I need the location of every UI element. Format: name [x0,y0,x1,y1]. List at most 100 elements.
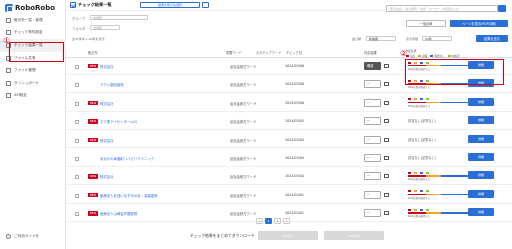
col-negative-word[interactable]: ネガティブワード [256,50,281,55]
row-checkbox[interactable] [75,101,79,106]
detail-button[interactable]: 詳細 [468,116,494,125]
client-name-link[interactable]: 株式会社 [100,64,114,69]
new-badge: NEW [88,192,98,198]
row-checkbox[interactable] [75,65,79,69]
row-checkbox[interactable] [75,212,79,217]
memo-icon[interactable] [384,174,389,179]
pdf-print-button[interactable]: ページを表示(PDF印刷) [450,20,508,27]
row-checkbox[interactable] [75,120,79,125]
judgment-select[interactable]: 確認 [364,62,381,70]
table-row[interactable]: NEW 株式会社 反社会勢力ワード 2024/03/04 一 Web記事を確認する 詳細 [66,169,512,186]
page-prev[interactable]: < [256,218,263,224]
page-2[interactable]: 2 [274,218,281,224]
web-article-link[interactable]: Web記事を確認する [408,214,468,218]
judgment-select[interactable]: 一 [364,209,381,218]
table-row[interactable]: NEW 株式会社 反社会勢力ワード 2024/03/06 一 Web記事を確認する 詳細 [66,96,512,112]
page-next[interactable]: > [283,218,290,224]
legend-label: 疑義 [422,55,428,58]
logo[interactable]: RoboRobo [5,3,55,13]
row-checkbox[interactable] [75,138,79,143]
col-check-date[interactable]: チェック日 [286,50,302,55]
legend-title: 判定結果 [406,50,417,53]
memo-icon[interactable] [384,100,389,105]
judgment-select[interactable]: 一 [364,135,381,144]
negative-word-type: 反社会勢力ワード [230,65,257,69]
row-checkbox[interactable] [75,175,79,180]
memo-icon[interactable] [384,156,389,160]
client-name-link[interactable]: ラクシ歯科医院 [100,82,124,87]
judgment-select[interactable]: 一 [364,80,381,89]
col-client[interactable]: 取引先 [88,50,98,55]
client-name-link[interactable]: 株式会社 [100,101,114,106]
col-important-word[interactable]: 重要ワード [226,50,242,55]
detail-button[interactable]: 詳細 [468,97,494,106]
judgment-legend: 判定結果 該当 疑義 問題なし 未確認 [406,49,460,58]
new-badge: NEW [88,211,98,216]
row-checkbox[interactable] [75,83,79,88]
sort-label: 並び順 [352,37,362,41]
bulk-apply-button[interactable]: 一括反映 [406,20,446,27]
judgment-select[interactable]: 一 [364,154,381,162]
memo-icon[interactable] [384,211,389,216]
sidebar-footer[interactable]: ご利用ガイドを [6,234,39,239]
sidebar-item-file-manage[interactable]: ファイル管理 [0,64,66,77]
web-article-link[interactable]: Web記事を確認する [408,177,468,181]
web-article-link[interactable]: Web記事を確認する [408,196,468,200]
judgment-select[interactable]: 一 [364,172,381,181]
detail-button[interactable]: 詳細 [468,134,494,143]
table-row[interactable]: NEW 株式会社 反社会勢力ワード 2024/03/04 一 該当なし(記事なし) 詳細 [66,133,512,149]
page-1[interactable]: 1 [265,218,272,224]
result-summary: Web記事を確認する [408,208,468,218]
row-checkbox[interactable] [75,193,79,198]
client-name-link[interactable]: あなかの幸福町リハビリクリニック [100,156,154,161]
table-row[interactable]: あなかの幸福町リハビリクリニック 反社会勢力ワード 2024/03/04 一 該当なし(… [66,151,512,167]
detail-button[interactable]: 詳細 [468,208,494,217]
select-clients-button[interactable]: 結果を取引先選択 [140,2,200,8]
memo-icon[interactable] [384,192,389,197]
pdf-output-button[interactable]: PDF出力 [324,231,384,240]
csv-output-button[interactable]: CSV出力 [258,231,318,240]
sidebar-footer-label: ご利用ガイドを [14,234,40,238]
client-name-link[interactable]: 株式会社 [100,138,114,143]
client-name-link[interactable]: 医療法人山崎会芦屋医院 [100,211,137,216]
table-row[interactable]: NEW ホテ恵アイセンター(LS) 反社会勢力ワード 2024/03/05 一 該当なし(… [66,114,512,130]
refresh-button[interactable] [202,2,209,8]
annotation-number-2: ② [400,49,408,58]
search-input[interactable]: 取引先名・法人番号・住所・キーワード検索を入力 [386,5,498,12]
web-article-link[interactable]: Web記事を確認する [408,104,468,108]
users-icon [6,17,11,23]
negative-word-type: 反社会勢力ワード [230,175,257,180]
client-name-link[interactable]: 株式会社 [100,174,114,179]
sidebar-item-dashboard[interactable]: ダッシュボード [0,77,66,90]
table-row[interactable]: NEW 医療法人社団いなずみの杜・高橋歯科 反社会勢力ワード 2024/03/01 一 W… [66,188,512,204]
judgment-select[interactable]: 一 [364,190,381,199]
web-article-link[interactable]: Web記事を確認する [408,85,468,89]
memo-icon[interactable] [384,82,389,87]
detail-button[interactable]: 詳細 [468,153,494,161]
sidebar-item-clients[interactable]: 取引先一覧・新規 [0,14,66,27]
detail-button[interactable]: 詳細 [468,189,494,198]
per-page-select[interactable]: 20件 [422,36,452,41]
status-text: 該当なし(記事なし) [408,156,436,160]
folder-select[interactable]: 未選択 [90,25,120,30]
detail-button[interactable]: 詳細 [468,171,494,180]
send-results-button[interactable]: 結果を送る [476,35,508,42]
row-checkbox[interactable] [75,157,79,161]
app-window: RoboRobo 取引先一覧・新規 チェック条件設定 チェック結果一覧 ファイル… [0,0,512,249]
sort-select[interactable]: 新着順 [366,36,396,41]
memo-icon[interactable] [384,137,389,142]
sidebar-item-api[interactable]: API設定 [0,90,66,103]
result-summary: Web記事を確認する [408,171,468,181]
col-judgment[interactable]: 判定結果 [364,50,377,55]
group-label: グループ [72,17,85,21]
memo-icon[interactable] [384,64,389,68]
pagination: < 1 2 > [256,218,290,224]
client-name-link[interactable]: 医療法人社団いなずみの杜・高橋歯科 [100,193,158,198]
judgment-select[interactable]: 一 [364,117,381,126]
memo-icon[interactable] [384,119,389,124]
search-button[interactable] [498,5,506,12]
client-name-link[interactable]: ホテ恵アイセンター(LS) [100,119,137,124]
group-select[interactable]: 未選択 [90,15,148,20]
negative-word-type: 反社会勢力ワード [230,120,257,125]
judgment-select[interactable]: 一 [364,98,381,107]
